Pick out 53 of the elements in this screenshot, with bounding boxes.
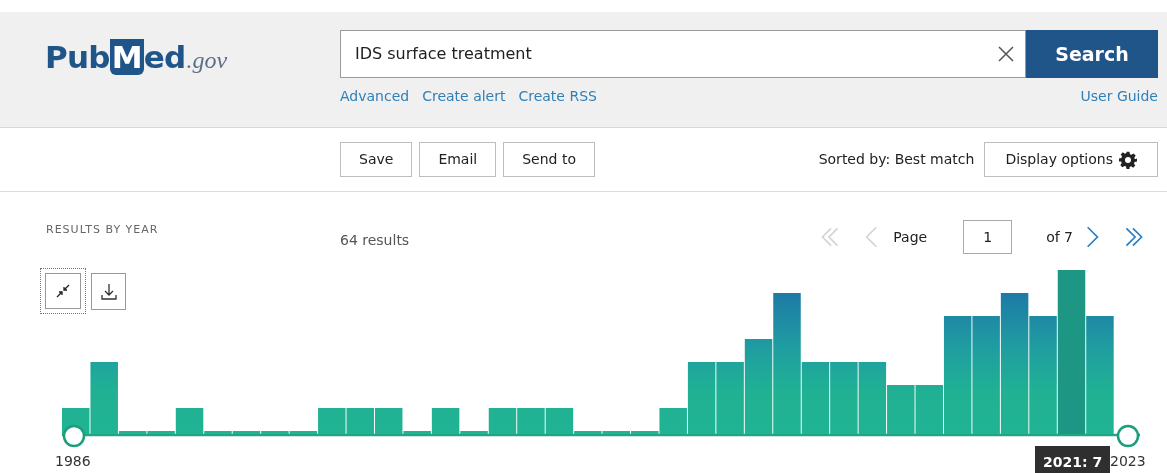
histogram-bar[interactable] xyxy=(801,362,830,434)
end-year-label: 2023 xyxy=(1110,454,1146,468)
user-guide-link[interactable]: User Guide xyxy=(1080,86,1158,107)
logo-domain: .gov xyxy=(186,46,228,75)
gear-icon xyxy=(1119,150,1137,169)
action-button[interactable]: Email xyxy=(419,142,497,177)
histogram-bar[interactable] xyxy=(887,385,915,434)
histogram-bar[interactable] xyxy=(431,408,460,434)
year-tooltip: 2021: 7 xyxy=(1035,446,1111,473)
page-label: Page xyxy=(893,227,928,247)
histogram-bar[interactable] xyxy=(915,385,943,434)
histogram-bar[interactable] xyxy=(346,408,374,434)
download-button[interactable] xyxy=(91,273,126,310)
histogram-bar[interactable] xyxy=(972,316,1000,434)
page-total: of 7 xyxy=(1046,227,1073,247)
histogram-bar[interactable] xyxy=(744,339,773,434)
clear-icon[interactable] xyxy=(997,45,1015,63)
results-count: 64 results xyxy=(340,231,410,250)
histogram-bar[interactable] xyxy=(232,431,261,434)
histogram-bar[interactable] xyxy=(90,362,118,434)
pubmed-logo[interactable]: PubMed xyxy=(45,42,186,73)
search-link[interactable]: Create RSS xyxy=(518,86,597,107)
histogram-bar[interactable] xyxy=(175,408,204,434)
histogram-bar[interactable] xyxy=(374,408,403,434)
section-title: RESULTS BY YEAR xyxy=(46,222,159,238)
histogram-bar[interactable] xyxy=(858,362,887,434)
collapse-icon xyxy=(56,284,70,298)
search-button[interactable]: Search xyxy=(1026,30,1158,78)
start-year-label: 1986 xyxy=(55,454,91,468)
slider-handle[interactable] xyxy=(62,424,86,448)
search-field[interactable]: IDS surface treatment xyxy=(340,30,1026,78)
histogram-bar[interactable] xyxy=(602,431,631,434)
histogram-bar[interactable] xyxy=(289,431,318,434)
histogram-bar[interactable] xyxy=(1086,316,1114,434)
histogram-bar[interactable] xyxy=(687,362,716,434)
action-button[interactable]: Save xyxy=(340,142,413,177)
histogram-bar[interactable] xyxy=(488,408,517,434)
sort-label: Sorted by: Best match xyxy=(818,150,975,169)
search-link[interactable]: Create alert xyxy=(422,86,506,107)
histogram-bar[interactable] xyxy=(545,408,574,434)
histogram-bar[interactable] xyxy=(1000,293,1029,434)
collapse-button[interactable] xyxy=(40,268,86,314)
histogram-bar[interactable] xyxy=(1057,270,1086,434)
histogram-bar[interactable] xyxy=(943,316,972,434)
action-button[interactable]: Send to xyxy=(503,142,595,177)
search-link[interactable]: Advanced xyxy=(340,86,410,107)
histogram-bar[interactable] xyxy=(118,431,147,434)
display-options-button[interactable]: Display options xyxy=(984,142,1158,177)
histogram-bar[interactable] xyxy=(1029,316,1057,434)
slider-handle[interactable] xyxy=(1116,424,1140,448)
download-icon xyxy=(99,282,118,301)
page-field[interactable]: 1 xyxy=(963,220,1013,254)
histogram-bar[interactable] xyxy=(773,293,801,434)
